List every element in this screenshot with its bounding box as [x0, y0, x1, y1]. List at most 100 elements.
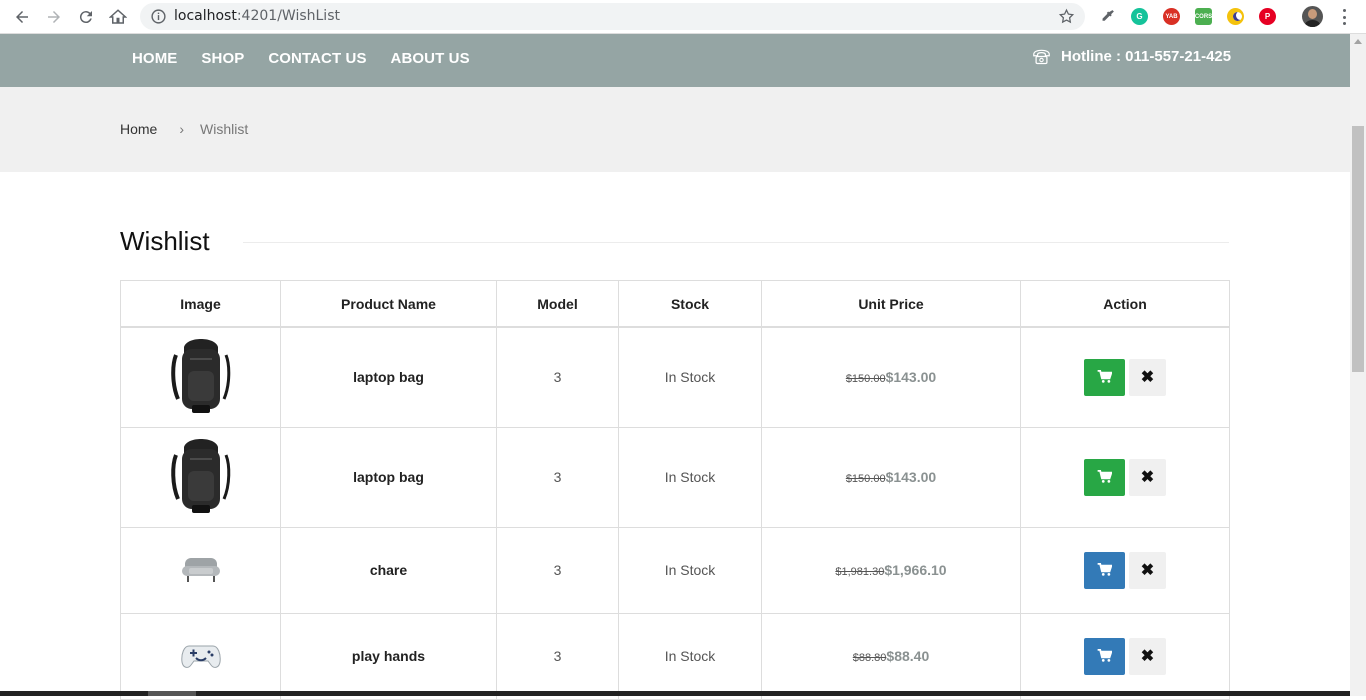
yab-icon[interactable]: YAB — [1163, 8, 1180, 25]
wishlist-table: Image Product Name Model Stock Unit Pric… — [120, 280, 1230, 700]
header-product-name: Product Name — [280, 280, 497, 328]
old-price: $150.00 — [845, 473, 886, 485]
page-scrollbar[interactable] — [1350, 34, 1366, 696]
nav-shop[interactable]: SHOP — [201, 50, 244, 67]
old-price: $88.80 — [852, 652, 887, 664]
breadcrumb-separator: › — [179, 121, 185, 137]
backpack-image — [170, 439, 230, 513]
nav-about-us[interactable]: ABOUT US — [391, 50, 470, 67]
page-title: Wishlist — [120, 226, 210, 256]
cart-icon — [1097, 649, 1112, 662]
product-image[interactable] — [121, 642, 280, 670]
cell-image — [120, 326, 281, 428]
close-icon: ✖ — [1140, 562, 1155, 579]
hotline-number: 011-557-21-425 — [1125, 48, 1232, 65]
site-navbar: HOME SHOP CONTACT US ABOUT US Hotline : … — [0, 34, 1350, 87]
cell-unit-price: $150.00$143.00 — [761, 326, 1021, 428]
grammarly-icon[interactable]: G — [1131, 8, 1148, 25]
breadcrumb-home[interactable]: Home — [120, 121, 157, 137]
table-row: laptop bag 3 In Stock $150.00$143.00 ✖ — [120, 426, 1230, 528]
gamepad-image — [180, 645, 221, 668]
header-unit-price: Unit Price — [761, 280, 1021, 328]
cell-stock: In Stock — [618, 326, 762, 428]
close-icon: ✖ — [1140, 648, 1155, 665]
browser-toolbar: localhost:4201/WishList G YAB CORS P — [0, 0, 1366, 34]
moon-icon[interactable] — [1227, 8, 1244, 25]
remove-button[interactable]: ✖ — [1129, 637, 1166, 675]
cell-stock: In Stock — [618, 612, 762, 700]
info-icon[interactable] — [150, 8, 167, 25]
cart-icon — [1097, 563, 1112, 576]
hotline: Hotline : 011-557-21-425 — [1032, 48, 1231, 65]
header-model: Model — [496, 280, 619, 328]
close-icon: ✖ — [1140, 369, 1155, 387]
url-host: localhost — [174, 8, 237, 24]
current-price: $88.40 — [886, 648, 930, 664]
cell-model: 3 — [496, 326, 619, 428]
header-action: Action — [1020, 280, 1230, 328]
address-bar[interactable]: localhost:4201/WishList — [140, 3, 1085, 30]
nav-home[interactable]: HOME — [132, 50, 177, 67]
cart-icon — [1097, 370, 1112, 383]
close-icon: ✖ — [1140, 469, 1155, 486]
cart-icon — [1097, 470, 1112, 483]
product-image[interactable] — [121, 439, 280, 515]
product-image[interactable] — [121, 339, 280, 415]
add-to-cart-button[interactable] — [1084, 458, 1125, 496]
add-to-cart-button[interactable] — [1084, 358, 1125, 396]
sofa-image — [181, 558, 220, 582]
cell-image — [120, 426, 281, 528]
current-price: $1,966.10 — [884, 562, 947, 578]
forward-icon[interactable] — [43, 6, 65, 28]
add-to-cart-button[interactable] — [1084, 551, 1125, 589]
reload-icon[interactable] — [75, 6, 97, 28]
browser-menu-icon[interactable] — [1338, 9, 1350, 25]
current-price: $143.00 — [885, 469, 937, 485]
cell-image — [120, 526, 281, 614]
table-header-row: Image Product Name Model Stock Unit Pric… — [120, 280, 1230, 328]
cell-action: ✖ — [1020, 526, 1230, 614]
header-image: Image — [120, 280, 281, 328]
cell-product-name[interactable]: laptop bag — [280, 426, 497, 528]
eyedropper-icon[interactable] — [1099, 8, 1116, 25]
cell-model: 3 — [496, 612, 619, 700]
scroll-up-icon[interactable] — [1354, 39, 1362, 44]
remove-button[interactable]: ✖ — [1129, 358, 1166, 396]
bookmark-star-icon[interactable] — [1058, 8, 1075, 25]
cell-product-name[interactable]: play hands — [280, 612, 497, 700]
add-to-cart-button[interactable] — [1084, 637, 1125, 675]
remove-button[interactable]: ✖ — [1129, 551, 1166, 589]
cell-model: 3 — [496, 426, 619, 528]
product-image[interactable] — [121, 556, 280, 584]
cell-unit-price: $150.00$143.00 — [761, 426, 1021, 528]
home-icon[interactable] — [107, 6, 129, 28]
url-path: :4201/WishList — [236, 8, 340, 24]
cell-stock: In Stock — [618, 426, 762, 528]
title-divider — [243, 242, 1229, 243]
scrollbar-thumb[interactable] — [1352, 126, 1364, 372]
url-text[interactable]: localhost:4201/WishList — [174, 8, 340, 24]
old-price: $150.00 — [845, 373, 886, 386]
breadcrumb: Home › Wishlist — [120, 121, 248, 137]
table-row: chare 3 In Stock $1,981.30$1,966.10 ✖ — [120, 526, 1230, 614]
current-price: $143.00 — [885, 369, 937, 386]
remove-button[interactable]: ✖ — [1129, 458, 1166, 496]
cell-image — [120, 612, 281, 700]
taskbar-edge — [0, 691, 1350, 696]
header-stock: Stock — [618, 280, 762, 328]
cell-product-name[interactable]: laptop bag — [280, 326, 497, 428]
cell-unit-price: $88.80$88.40 — [761, 612, 1021, 700]
breadcrumb-area: Home › Wishlist — [0, 87, 1350, 172]
pinterest-icon[interactable]: P — [1259, 8, 1276, 25]
breadcrumb-current: Wishlist — [200, 121, 249, 137]
backpack-image — [170, 339, 230, 414]
table-row: play hands 3 In Stock $88.80$88.40 ✖ — [120, 612, 1230, 700]
nav-contact-us[interactable]: CONTACT US — [268, 50, 366, 67]
main-menu: HOME SHOP CONTACT US ABOUT US — [132, 50, 470, 67]
table-row: laptop bag 3 In Stock $150.00$143.00 ✖ — [120, 326, 1230, 428]
back-icon[interactable] — [11, 6, 33, 28]
hotline-label: Hotline : — [1061, 48, 1121, 65]
profile-avatar[interactable] — [1302, 6, 1323, 27]
cell-product-name[interactable]: chare — [280, 526, 497, 614]
cors-icon[interactable]: CORS — [1195, 8, 1212, 25]
